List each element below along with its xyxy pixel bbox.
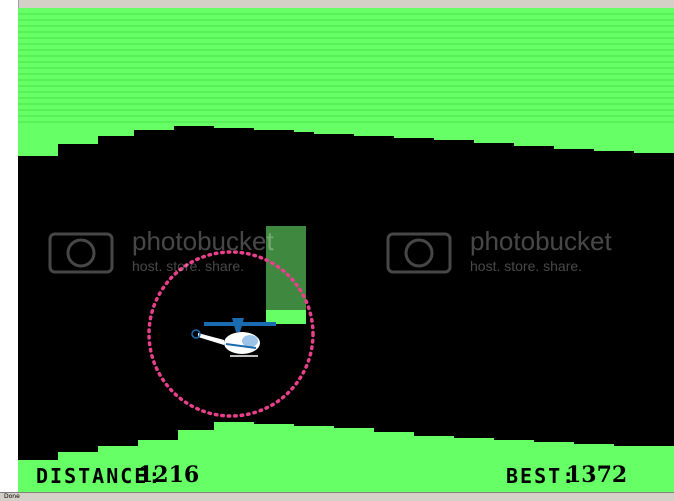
camera-icon <box>48 232 114 274</box>
game-canvas[interactable]: photobucket host. store. share. photobuc… <box>18 8 674 492</box>
left-frame-border <box>0 0 19 492</box>
helicopter-window <box>242 335 258 347</box>
obstacle-block-base <box>266 310 306 324</box>
distance-value: 1216 <box>138 462 200 488</box>
helicopter-sprite <box>191 318 276 357</box>
status-text: Done <box>4 493 20 500</box>
best-value: 1372 <box>566 462 628 488</box>
cave-ceiling <box>18 8 674 162</box>
helicopter-tail <box>198 333 224 345</box>
watermark-tagline: host. store. share. <box>132 258 245 274</box>
target-ring <box>147 250 315 418</box>
watermark-brand: photobucket <box>132 226 274 256</box>
watermark-tagline: host. store. share. <box>470 258 583 274</box>
watermark-brand: photobucket <box>470 226 612 256</box>
camera-icon <box>386 232 452 274</box>
